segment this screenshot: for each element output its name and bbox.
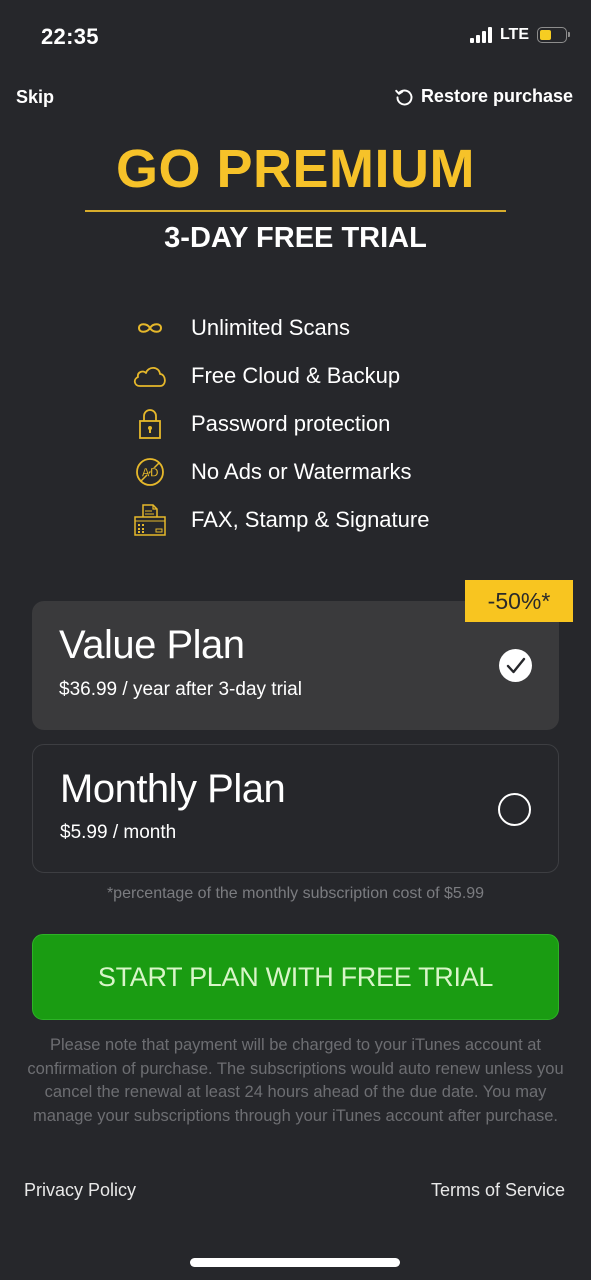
page-title: GO PREMIUM [115,139,475,199]
plan-price: $5.99 / month [60,822,177,843]
feature-item: FAX, Stamp & Signature [134,496,430,544]
signal-icon [469,27,492,43]
feature-list: Unlimited Scans Free Cloud & Backup Pass… [133,304,430,544]
discount-badge: -50%* [465,580,573,622]
plan-radio-unselected[interactable] [498,793,531,826]
page-subtitle: 3-DAY FREE TRIAL [164,222,427,254]
checkmark-icon [506,657,525,673]
plan-name: Monthly Plan [60,767,286,811]
restore-purchase-label: Restore purchase [420,86,573,106]
fax-icon [134,502,166,538]
status-time: 22:35 [41,24,99,49]
infinity-icon [135,310,165,346]
plan-name: Value Plan [59,623,245,667]
status-indicators: LTE [469,26,570,44]
feature-label: No Ads or Watermarks [191,459,412,484]
feature-label: Free Cloud & Backup [191,363,401,388]
no-ads-icon: AD [135,454,165,490]
cloud-icon [133,358,166,394]
discount-footnote: *percentage of the monthly subscription … [106,885,485,902]
feature-label: Unlimited Scans [191,315,350,340]
legal-disclaimer: Please note that payment will be charged… [27,1036,564,1125]
title-divider [85,210,506,212]
feature-label: FAX, Stamp & Signature [191,507,430,532]
skip-button[interactable]: Skip [16,87,54,108]
battery-level [540,30,551,40]
feature-item: Free Cloud & Backup [133,352,429,400]
plan-option-monthly[interactable]: Monthly Plan $5.99 / month [32,744,559,873]
battery-icon [537,27,570,43]
refresh-icon [395,89,413,106]
network-type: LTE [499,26,529,43]
feature-item: Unlimited Scans [135,304,429,352]
lock-icon [135,406,165,442]
plan-price: $36.99 / year after 3-day trial [59,679,302,700]
svg-text:AD: AD [141,466,159,480]
start-trial-button[interactable]: START PLAN WITH FREE TRIAL [32,934,559,1020]
terms-of-service-link[interactable]: Terms of Service [431,1180,565,1201]
feature-item: AD No Ads or Watermarks [135,448,429,496]
plan-radio-selected[interactable] [499,649,532,682]
feature-item: Password protection [135,400,429,448]
privacy-policy-link[interactable]: Privacy Policy [24,1180,136,1201]
restore-purchase-button[interactable]: Restore purchase [394,86,573,107]
home-indicator [190,1258,400,1267]
feature-label: Password protection [191,411,391,436]
status-bar: 22:35 LTE [0,0,591,70]
